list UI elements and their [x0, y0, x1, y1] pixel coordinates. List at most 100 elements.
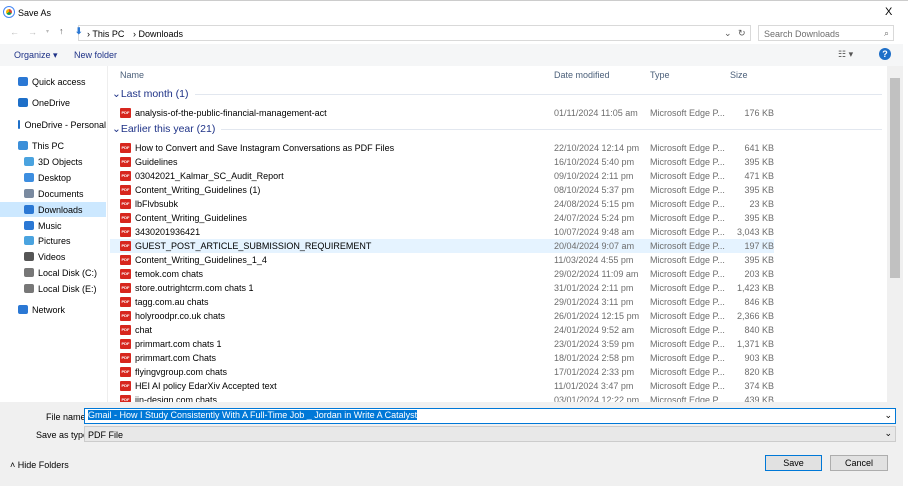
vertical-scrollbar[interactable]: [887, 66, 903, 402]
file-date: 20/04/2024 9:07 am: [554, 241, 635, 251]
file-row[interactable]: PDF tagg.com.au chats 29/01/2024 3:11 pm Mi…: [110, 295, 774, 309]
recent-dropdown[interactable]: ▾: [46, 28, 49, 35]
search-placeholder: Search Downloads: [764, 29, 840, 39]
save-button[interactable]: Save: [765, 455, 822, 471]
organize-button[interactable]: Organize ▾: [14, 50, 58, 61]
forward-button[interactable]: →: [28, 27, 37, 37]
file-type: Microsoft Edge P...: [650, 381, 725, 391]
pdf-file-icon: PDF: [120, 367, 131, 377]
save-type-value: PDF File: [88, 430, 124, 440]
file-name: lbFlvbsubk: [135, 199, 179, 209]
group-header[interactable]: ⌄ Last month (1): [112, 88, 882, 100]
file-row[interactable]: PDF Content_Writing_Guidelines (1) 08/10/2…: [110, 183, 774, 197]
file-type: Microsoft Edge P...: [650, 199, 725, 209]
column-header-type[interactable]: Type: [650, 70, 670, 80]
file-row[interactable]: PDF flyingvgroup.com chats 17/01/2024 2:33…: [110, 365, 774, 379]
file-name: GUEST_POST_ARTICLE_SUBMISSION_REQUIREMEN…: [135, 241, 372, 251]
file-size: 903 KB: [744, 353, 774, 363]
chevron-down-icon[interactable]: ⌄: [884, 410, 892, 421]
sidebar-item[interactable]: Downloads: [0, 202, 106, 217]
file-row[interactable]: PDF analysis-of-the-public-financial-mana…: [110, 106, 774, 120]
group-header[interactable]: ⌄ Earlier this year (21): [112, 123, 882, 135]
cancel-button[interactable]: Cancel: [830, 455, 888, 471]
help-button[interactable]: ?: [879, 48, 891, 60]
file-size: 1,423 KB: [736, 283, 774, 293]
search-input[interactable]: Search Downloads ⌕: [758, 25, 894, 41]
computer-icon: [18, 141, 28, 150]
breadcrumb-downloads[interactable]: › Downloads: [133, 29, 183, 39]
close-button[interactable]: X: [885, 6, 892, 18]
sidebar-item[interactable]: Local Disk (E:): [0, 281, 106, 296]
file-row[interactable]: PDF 3430201936421 10/07/2024 9:48 am Micros…: [110, 225, 774, 239]
file-name: chat: [135, 325, 153, 335]
sidebar-item[interactable]: OneDrive - Personal: [0, 117, 106, 132]
file-date: 01/11/2024 11:05 am: [554, 108, 638, 118]
file-row[interactable]: PDF Content_Writing_Guidelines_1_4 11/03/2…: [110, 253, 774, 267]
file-row[interactable]: PDF Content_Writing_Guidelines 24/07/2024 …: [110, 211, 774, 225]
file-size: 395 KB: [744, 185, 774, 195]
file-row[interactable]: PDF How to Convert and Save Instagram Con…: [110, 141, 774, 155]
sidebar-item[interactable]: OneDrive: [0, 95, 106, 110]
sidebar-item[interactable]: This PC: [0, 138, 106, 153]
file-row[interactable]: PDF chat 24/01/2024 9:52 am Microsoft Edge …: [110, 323, 774, 337]
file-row[interactable]: PDF jin-design.com chats 03/01/2024 12:22 …: [110, 393, 774, 402]
file-date: 18/01/2024 2:58 pm: [554, 353, 635, 363]
column-header-name[interactable]: Name: [120, 70, 144, 80]
address-dropdown[interactable]: ⌄: [724, 28, 732, 39]
file-row[interactable]: PDF holyroodpr.co.uk chats 26/01/2024 12:1…: [110, 309, 774, 323]
file-type: Microsoft Edge P...: [650, 157, 725, 167]
file-row[interactable]: PDF primmart.com Chats 18/01/2024 2:58 pm M…: [110, 351, 774, 365]
sidebar-item[interactable]: Documents: [0, 186, 106, 201]
sidebar-item[interactable]: Local Disk (C:): [0, 265, 106, 280]
file-row[interactable]: PDF HEI AI policy EdarXiv Accepted text 11…: [110, 379, 774, 393]
column-header-date[interactable]: Date modified: [554, 70, 610, 80]
file-type: Microsoft Edge P...: [650, 185, 725, 195]
file-row[interactable]: PDF 03042021_Kalmar_SC_Audit_Report 09/10/…: [110, 169, 774, 183]
scroll-thumb[interactable]: [890, 78, 900, 278]
sidebar-item[interactable]: Videos: [0, 249, 106, 264]
file-row[interactable]: PDF temok.com chats 29/02/2024 11:09 am Mic…: [110, 267, 774, 281]
file-row[interactable]: PDF GUEST_POST_ARTICLE_SUBMISSION_REQUIRE…: [110, 239, 774, 253]
hide-folders-label: Hide Folders: [17, 460, 69, 470]
file-row[interactable]: PDF store.outrightcrm.com chats 1 31/01/20…: [110, 281, 774, 295]
sidebar-item[interactable]: 3D Objects: [0, 154, 106, 169]
pdf-file-icon: PDF: [120, 339, 131, 349]
file-row[interactable]: PDF Guidelines 16/10/2024 5:40 pm Microsoft…: [110, 155, 774, 169]
refresh-button[interactable]: ↻: [738, 28, 746, 39]
file-date: 24/01/2024 9:52 am: [554, 325, 635, 335]
sidebar-item[interactable]: Pictures: [0, 233, 106, 248]
file-row[interactable]: PDF lbFlvbsubk 24/08/2024 5:15 pm Microsoft…: [110, 197, 774, 211]
sidebar-item[interactable]: Desktop: [0, 170, 106, 185]
sidebar-item-label: OneDrive: [32, 97, 71, 108]
back-button[interactable]: ←: [10, 27, 19, 37]
hide-folders-button[interactable]: ˄ Hide Folders: [10, 460, 69, 470]
file-date: 31/01/2024 2:11 pm: [554, 283, 634, 293]
file-name: flyingvgroup.com chats: [135, 367, 228, 377]
sidebar-item[interactable]: Network: [0, 302, 106, 317]
breadcrumb-label: This PC: [92, 29, 125, 39]
view-options-button[interactable]: ☷ ▾: [838, 49, 853, 60]
file-name-input[interactable]: Gmail - How I Study Consistently With A …: [84, 408, 896, 424]
sidebar-item[interactable]: Music: [0, 218, 106, 233]
chevron-down-icon: ⌄: [112, 123, 121, 135]
sidebar-item-label: Videos: [38, 251, 66, 262]
pdf-file-icon: PDF: [120, 381, 131, 391]
file-size: 395 KB: [744, 157, 774, 167]
file-name: analysis-of-the-public-financial-managem…: [135, 108, 327, 118]
file-row[interactable]: PDF primmart.com chats 1 23/01/2024 3:59 p…: [110, 337, 774, 351]
file-type: Microsoft Edge P...: [650, 213, 725, 223]
new-folder-button[interactable]: New folder: [74, 50, 117, 60]
file-size: 23 KB: [749, 199, 774, 209]
up-button[interactable]: ↑: [59, 26, 64, 36]
address-bar[interactable]: ⬇ › This PC › Downloads ⌄ ↻: [75, 25, 751, 41]
file-name: Content_Writing_Guidelines_1_4: [135, 255, 267, 265]
download-icon: ⬇: [75, 26, 83, 36]
sidebar-item-label: Network: [32, 304, 66, 315]
save-type-select[interactable]: PDF File ⌄: [84, 426, 896, 442]
group-divider: [221, 128, 882, 130]
breadcrumb-this-pc[interactable]: › This PC: [87, 29, 124, 39]
sidebar-item[interactable]: Quick access: [0, 74, 106, 89]
file-size: 820 KB: [744, 367, 774, 377]
column-header-size[interactable]: Size: [730, 70, 748, 80]
pdf-file-icon: PDF: [120, 311, 131, 321]
